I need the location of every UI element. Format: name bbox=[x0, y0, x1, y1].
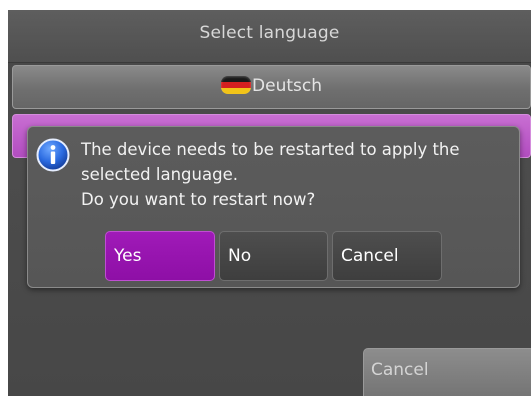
yes-button[interactable]: Yes bbox=[105, 231, 215, 281]
restart-dialog: The device needs to be restarted to appl… bbox=[27, 126, 520, 288]
info-icon bbox=[36, 138, 70, 172]
title-bar: Select language bbox=[8, 10, 531, 63]
dialog-message-line: selected language. bbox=[81, 165, 238, 184]
cancel-button[interactable]: Cancel bbox=[363, 348, 531, 396]
no-button[interactable]: No bbox=[219, 231, 328, 281]
dialog-message-line: Do you want to restart now? bbox=[81, 190, 316, 209]
device-display: Select language Deutsch The device needs… bbox=[8, 10, 531, 396]
language-item-deutsch[interactable]: Deutsch bbox=[12, 65, 531, 109]
dialog-message: The device needs to be restarted to appl… bbox=[81, 137, 517, 212]
dialog-message-line: The device needs to be restarted to appl… bbox=[81, 140, 460, 159]
germany-flag-icon bbox=[221, 76, 252, 94]
page-title: Select language bbox=[199, 23, 340, 43]
screen: Select language Deutsch The device needs… bbox=[0, 0, 531, 396]
language-item-content: Deutsch bbox=[13, 76, 530, 96]
language-item-label: Deutsch bbox=[252, 76, 322, 96]
dialog-cancel-button[interactable]: Cancel bbox=[332, 231, 442, 281]
